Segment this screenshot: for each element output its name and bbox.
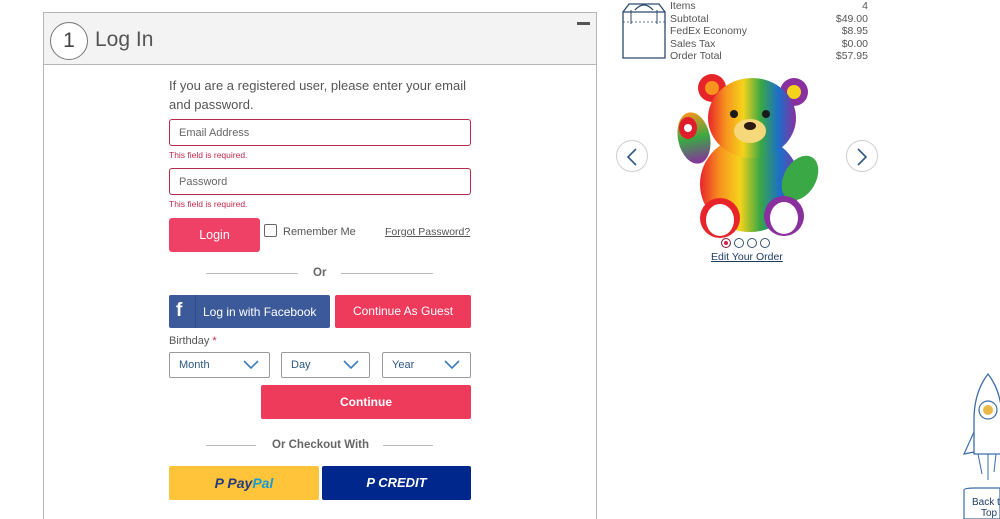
summary-label: Order Total bbox=[670, 50, 722, 62]
forgot-password-link[interactable]: Forgot Password? bbox=[385, 226, 470, 238]
remember-me-checkbox[interactable] bbox=[264, 224, 277, 237]
summary-row: Sales Tax $0.00 bbox=[670, 38, 868, 51]
day-select[interactable]: Day bbox=[281, 352, 370, 378]
summary-row: FedEx Economy $8.95 bbox=[670, 25, 868, 38]
summary-value: $0.00 bbox=[841, 37, 868, 50]
carousel-indicators bbox=[721, 238, 770, 249]
continue-as-guest-button[interactable]: Continue As Guest bbox=[335, 295, 471, 328]
continue-button[interactable]: Continue bbox=[261, 385, 471, 419]
required-mark: * bbox=[212, 335, 217, 347]
minus-icon[interactable] bbox=[577, 22, 590, 25]
chevron-left-icon bbox=[626, 148, 637, 166]
summary-row: Subtotal $49.00 bbox=[670, 13, 868, 26]
paypal-text-pay: Pay bbox=[227, 475, 253, 491]
paypal-text-pal: Pal bbox=[252, 475, 274, 491]
email-error: This field is required. bbox=[169, 150, 248, 160]
facebook-login-button[interactable]: f Log in with Facebook bbox=[169, 295, 330, 328]
summary-value: 4 bbox=[862, 0, 868, 12]
summary-value: $57.95 bbox=[835, 50, 868, 62]
facebook-icon: f bbox=[176, 300, 183, 321]
summary-label: Subtotal bbox=[670, 12, 709, 25]
divider-left bbox=[206, 273, 298, 274]
paypal-button[interactable]: P PayPal bbox=[169, 466, 319, 500]
step-number: 1 bbox=[50, 22, 88, 60]
carousel-next-button[interactable] bbox=[846, 140, 878, 172]
password-field[interactable] bbox=[169, 168, 471, 195]
summary-label: FedEx Economy bbox=[670, 25, 748, 37]
birthday-label-text: Birthday bbox=[169, 335, 210, 347]
paypal-prefix: P bbox=[214, 475, 224, 491]
year-select-value: Year bbox=[392, 359, 415, 371]
divider-right-2 bbox=[383, 445, 433, 446]
back-to-top-label[interactable]: Back t Top bbox=[972, 497, 1000, 519]
or-separator: Or bbox=[313, 267, 327, 279]
paypal-credit-button[interactable]: P CREDIT bbox=[322, 466, 471, 500]
paypal-logo: P PayPal bbox=[215, 475, 274, 491]
divider-left-2 bbox=[206, 445, 256, 446]
year-select[interactable]: Year bbox=[382, 352, 471, 378]
summary-row: Items 4 bbox=[670, 0, 868, 13]
birthday-label: Birthday * bbox=[169, 335, 217, 347]
password-error: This field is required. bbox=[169, 199, 248, 209]
summary-value: $8.95 bbox=[841, 25, 868, 37]
back-to-top-line1: Back t bbox=[972, 497, 1000, 508]
paypal-credit-label: CREDIT bbox=[378, 475, 427, 490]
month-select[interactable]: Month bbox=[169, 352, 270, 378]
summary-label: Sales Tax bbox=[670, 37, 716, 50]
shopping-bag-icon bbox=[622, 3, 666, 59]
chevron-down-icon bbox=[343, 360, 359, 370]
login-title: Log In bbox=[95, 28, 154, 51]
email-field[interactable] bbox=[169, 119, 471, 146]
paypal-credit-prefix: P bbox=[366, 475, 375, 490]
login-intro-text: If you are a registered user, please ent… bbox=[169, 78, 466, 112]
month-select-value: Month bbox=[179, 359, 210, 371]
carousel-dot[interactable] bbox=[760, 238, 770, 248]
carousel-dot[interactable] bbox=[734, 238, 744, 248]
facebook-login-label: Log in with Facebook bbox=[203, 305, 317, 319]
remember-me-label: Remember Me bbox=[283, 226, 356, 238]
carousel-dot[interactable] bbox=[747, 238, 757, 248]
summary-row: Order Total $57.95 bbox=[670, 50, 868, 63]
login-panel-header[interactable]: 1 Log In bbox=[44, 13, 596, 65]
summary-label: Items bbox=[670, 0, 696, 12]
day-select-value: Day bbox=[291, 359, 311, 371]
carousel-prev-button[interactable] bbox=[616, 140, 648, 172]
divider-right bbox=[341, 273, 433, 274]
summary-value: $49.00 bbox=[835, 12, 868, 25]
facebook-separator bbox=[195, 295, 196, 328]
chevron-right-icon bbox=[857, 148, 868, 166]
back-to-top-line2: Top bbox=[981, 508, 998, 519]
chevron-down-icon bbox=[243, 360, 259, 370]
order-summary: Items 4 Subtotal $49.00 FedEx Economy $8.95… bbox=[670, 0, 868, 63]
login-panel: 1 Log In If you are a registered user, p… bbox=[43, 12, 597, 519]
login-button[interactable]: Login bbox=[169, 218, 260, 252]
chevron-down-icon bbox=[444, 360, 460, 370]
product-image-rainbow-bear[interactable] bbox=[668, 66, 828, 241]
carousel-dot-active[interactable] bbox=[721, 238, 731, 248]
or-checkout-with: Or Checkout With bbox=[272, 439, 370, 451]
edit-your-order-link[interactable]: Edit Your Order bbox=[711, 251, 783, 263]
